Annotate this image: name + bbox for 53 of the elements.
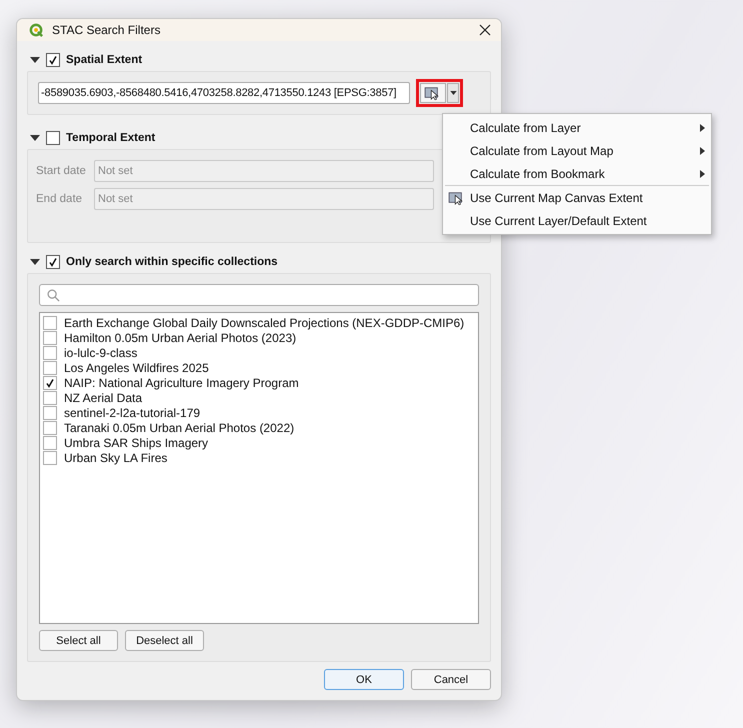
cancel-button[interactable]: Cancel	[411, 669, 491, 690]
field-label: Start date	[36, 165, 87, 177]
checkbox[interactable]	[43, 390, 57, 404]
menu-item[interactable]: Use Current Map Canvas Extent	[443, 186, 711, 209]
map-cursor-icon	[448, 190, 466, 204]
search-field[interactable]	[39, 284, 479, 306]
menu-item[interactable]: Calculate from Layout Map	[443, 139, 711, 162]
extent-field[interactable]: -8589035.6903,-8568480.5416,4703258.8282,4713550.1243 [EPSG:3857]	[38, 82, 410, 104]
checkbox[interactable]	[46, 53, 60, 67]
submenu-arrow-icon	[700, 124, 705, 132]
checkbox[interactable]	[43, 360, 57, 374]
checkbox[interactable]	[43, 450, 57, 464]
list-button[interactable]: Deselect all	[125, 630, 204, 651]
dropdown-button[interactable]	[447, 83, 459, 103]
collection-item[interactable]: NZ Aerial Data	[64, 390, 142, 404]
collection-item[interactable]: Taranaki 0.05m Urban Aerial Photos (2022)	[64, 420, 294, 434]
collapse-arrow-icon[interactable]	[30, 55, 40, 65]
search-icon	[47, 288, 60, 302]
checkbox[interactable]	[43, 346, 57, 360]
checkbox[interactable]	[46, 131, 60, 145]
menu-item[interactable]: Calculate from Layer	[443, 116, 711, 139]
collection-item[interactable]: io-lulc-9-class	[64, 346, 138, 360]
submenu-arrow-icon	[700, 146, 705, 154]
checkbox[interactable]	[43, 420, 57, 434]
ok-button[interactable]: OK	[324, 669, 404, 690]
section-title: Only search within specific collections	[66, 256, 278, 268]
checkbox[interactable]	[43, 330, 57, 344]
menu-item[interactable]: Use Current Layer/Default Extent	[443, 209, 711, 232]
checkbox[interactable]	[43, 376, 57, 390]
collapse-arrow-icon[interactable]	[30, 257, 40, 267]
menu-item[interactable]: Calculate from Bookmark	[443, 162, 711, 185]
collapse-arrow-icon[interactable]	[30, 133, 40, 143]
collection-item[interactable]: NAIP: National Agriculture Imagery Program	[64, 376, 299, 390]
checkbox[interactable]	[43, 436, 57, 450]
section-title: Temporal Extent	[66, 132, 156, 144]
collection-item[interactable]: Earth Exchange Global Daily Downscaled Projections (NEX-GDDP-CMIP6)	[64, 316, 464, 330]
collection-item[interactable]: Urban Sky LA Fires	[64, 450, 168, 464]
checkbox[interactable]	[46, 255, 60, 269]
collection-item[interactable]: Umbra SAR Ships Imagery	[64, 436, 208, 450]
collection-item[interactable]: sentinel-2-l2a-tutorial-179	[64, 406, 200, 420]
field-label: End date	[36, 193, 84, 205]
close-icon[interactable]	[479, 24, 491, 36]
checkbox[interactable]	[43, 406, 57, 420]
list-button[interactable]: Select all	[39, 630, 118, 651]
window-title: STAC Search Filters	[52, 23, 162, 37]
app-logo-icon	[29, 22, 44, 38]
section-title: Spatial Extent	[66, 54, 142, 66]
checkbox[interactable]	[43, 316, 57, 330]
collection-item[interactable]: Hamilton 0.05m Urban Aerial Photos (2023)	[64, 330, 296, 344]
extent-tool-button[interactable]	[420, 83, 446, 103]
collection-item[interactable]: Los Angeles Wildfires 2025	[64, 360, 209, 374]
submenu-arrow-icon	[700, 170, 705, 178]
caret-icon	[450, 91, 456, 95]
